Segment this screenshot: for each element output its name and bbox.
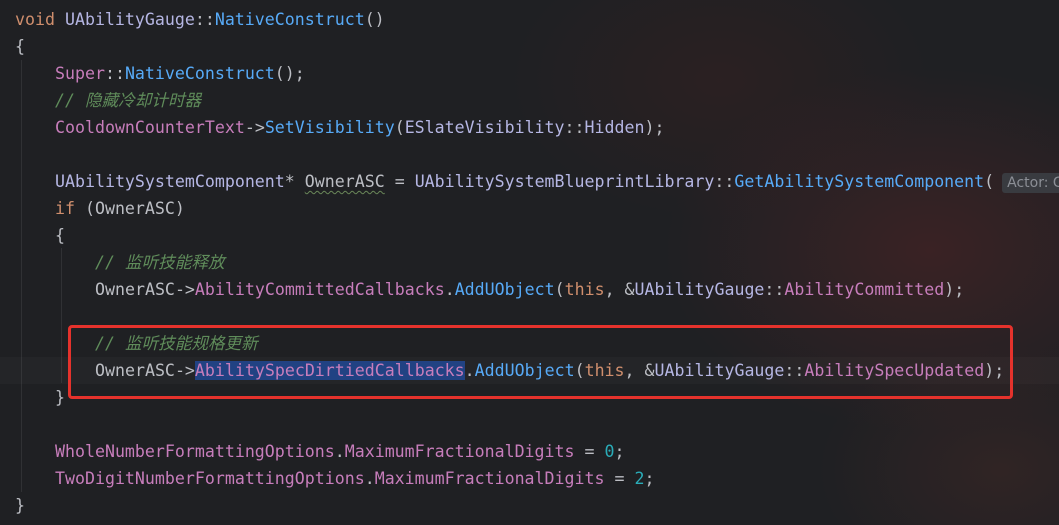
code-line[interactable]: // 监听技能释放 xyxy=(0,249,1059,276)
code-token: . xyxy=(364,469,375,488)
code-token: :: xyxy=(104,64,125,83)
code-line[interactable]: TwoDigitNumberFormattingOptions.MaximumF… xyxy=(0,465,1059,492)
code-token: TwoDigitNumberFormattingOptions xyxy=(55,469,365,488)
code-token: NativeConstruct xyxy=(214,10,365,29)
code-token: Hidden xyxy=(584,118,645,137)
code-text: } xyxy=(55,384,65,411)
code-token: NativeConstruct xyxy=(124,64,275,83)
code-token: -> xyxy=(244,118,265,137)
code-text: OwnerASC->AbilityCommittedCallbacks.AddU… xyxy=(95,276,964,303)
code-text: { xyxy=(55,222,65,249)
code-token: AbilityCommitted xyxy=(784,280,945,299)
code-token: Super xyxy=(55,64,105,83)
code-token: UAbilityGauge xyxy=(634,280,765,299)
code-token: :: xyxy=(564,118,585,137)
code-token: OwnerASC xyxy=(304,172,385,191)
code-text: { xyxy=(15,33,25,60)
code-token: ; xyxy=(614,442,625,461)
code-text: TwoDigitNumberFormattingOptions.MaximumF… xyxy=(55,465,654,492)
code-token: MaximumFractionalDigits xyxy=(344,442,575,461)
code-token: :: xyxy=(764,280,785,299)
code-token: AddUObject xyxy=(454,280,555,299)
code-token: ESlateVisibility xyxy=(404,118,565,137)
code-token: OwnerASC xyxy=(95,280,175,299)
code-token: SetVisibility xyxy=(264,118,395,137)
code-text: CooldownCounterText->SetVisibility(ESlat… xyxy=(55,114,664,141)
code-line[interactable] xyxy=(0,411,1059,438)
annotation-highlight-box xyxy=(68,325,1013,399)
code-token: = xyxy=(604,469,635,488)
parameter-inlay-hint: Actor: G xyxy=(1002,173,1059,193)
code-text: Super::NativeConstruct(); xyxy=(55,60,305,87)
code-token: UAbilityGauge xyxy=(64,10,195,29)
code-token: -> xyxy=(174,280,195,299)
code-line[interactable]: void UAbilityGauge::NativeConstruct() xyxy=(0,6,1059,33)
code-token: :: xyxy=(714,172,735,191)
code-token: = xyxy=(384,172,415,191)
code-line[interactable]: Super::NativeConstruct(); xyxy=(0,60,1059,87)
code-token: { xyxy=(55,226,65,245)
code-text: WholeNumberFormattingOptions.MaximumFrac… xyxy=(55,438,625,465)
code-line[interactable] xyxy=(0,141,1059,168)
code-token: . xyxy=(444,280,455,299)
code-editor[interactable]: void UAbilityGauge::NativeConstruct(){Su… xyxy=(0,0,1059,525)
code-token: if xyxy=(55,199,75,218)
code-token: } xyxy=(55,388,65,407)
code-token: MaximumFractionalDigits xyxy=(374,469,605,488)
code-text: } xyxy=(15,492,25,519)
code-text: UAbilitySystemComponent* OwnerASC = UAbi… xyxy=(55,168,1059,195)
code-token: ); xyxy=(944,280,965,299)
code-token: (OwnerASC) xyxy=(74,199,185,218)
code-text: void UAbilityGauge::NativeConstruct() xyxy=(15,6,385,33)
code-token: ; xyxy=(644,469,655,488)
code-text: // 监听技能释放 xyxy=(95,249,225,276)
code-token: GetAbilitySystemComponent xyxy=(734,172,985,191)
code-token: ( xyxy=(554,280,565,299)
code-token: this xyxy=(564,280,605,299)
code-token: = xyxy=(574,442,605,461)
code-line[interactable]: { xyxy=(0,33,1059,60)
code-token: * xyxy=(284,172,305,191)
code-token: ( xyxy=(984,172,995,191)
code-line[interactable]: // 隐藏冷却计时器 xyxy=(0,87,1059,114)
code-token: ); xyxy=(644,118,665,137)
code-token: 2 xyxy=(634,469,645,488)
code-line[interactable]: OwnerASC->AbilityCommittedCallbacks.AddU… xyxy=(0,276,1059,303)
code-token: // 隐藏冷却计时器 xyxy=(55,91,202,110)
code-token: (); xyxy=(274,64,305,83)
code-line[interactable]: CooldownCounterText->SetVisibility(ESlat… xyxy=(0,114,1059,141)
code-token: UAbilitySystemBlueprintLibrary xyxy=(414,172,715,191)
code-line[interactable]: } xyxy=(0,492,1059,519)
code-token: UAbilitySystemComponent xyxy=(55,172,285,191)
code-token: // 监听技能释放 xyxy=(95,253,225,272)
code-line[interactable]: { xyxy=(0,222,1059,249)
code-token: WholeNumberFormattingOptions xyxy=(55,442,335,461)
code-token: CooldownCounterText xyxy=(55,118,245,137)
code-token: ( xyxy=(394,118,405,137)
code-token: , & xyxy=(604,280,635,299)
code-token: } xyxy=(15,496,25,515)
code-token: AbilityCommittedCallbacks xyxy=(194,280,445,299)
code-text: if (OwnerASC) xyxy=(55,195,185,222)
code-token: . xyxy=(334,442,345,461)
code-token: { xyxy=(15,37,25,56)
code-token: :: xyxy=(194,10,215,29)
code-text: // 隐藏冷却计时器 xyxy=(55,87,201,114)
code-line[interactable]: if (OwnerASC) xyxy=(0,195,1059,222)
code-token: () xyxy=(364,10,385,29)
code-line[interactable]: WholeNumberFormattingOptions.MaximumFrac… xyxy=(0,438,1059,465)
code-token: void xyxy=(15,10,55,29)
code-line[interactable]: UAbilitySystemComponent* OwnerASC = UAbi… xyxy=(0,168,1059,195)
code-token: 0 xyxy=(604,442,615,461)
